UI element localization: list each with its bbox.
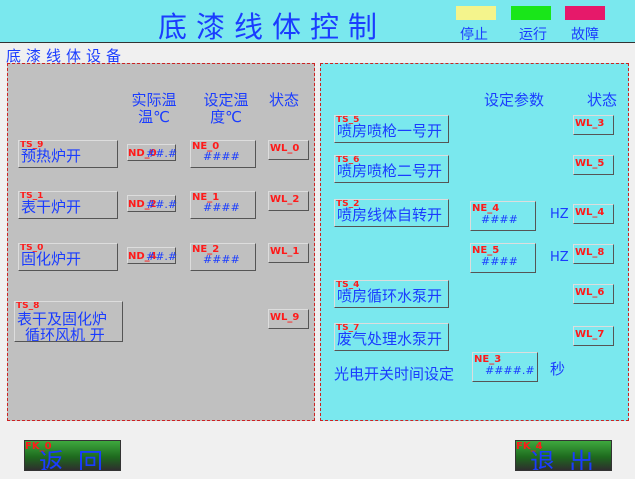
second-frequency-unit: HZ [550,250,569,265]
field-value: ##.# [146,198,178,211]
exit-label: 退出 [530,448,609,471]
spray-gun-2-status-lamp: WL_5 [573,155,614,175]
surface-dry-set-temp-input[interactable]: NE_1 #### [190,191,256,219]
surface-dry-actual-temp: ND_2 ##.# [127,195,178,212]
header-bar: 底漆线体控制 停止 运行 故障 [0,0,635,44]
field-value: ##.# [146,147,178,160]
second-frequency-status-lamp: WL_8 [573,244,614,264]
exit-button[interactable]: FK_4 退出 [515,440,612,471]
back-button[interactable]: FK_0 返回 [24,440,121,471]
preheat-status-lamp: WL_0 [268,140,309,160]
status-tag: WL_1 [270,246,300,257]
field-value: #### [481,213,518,226]
left-status-header: 状态 [268,91,299,109]
field-value: #### [203,150,240,163]
exhaust-pump-status-lamp: WL_7 [573,326,614,346]
status-tag: WL_7 [575,329,605,340]
line-rotation-button[interactable]: TS_2 喷房线体自转开 [334,199,449,227]
surface-dry-oven-button[interactable]: TS_1 表干炉开 [18,191,118,219]
set-param-header: 设定参数 [483,91,544,109]
rotation-frequency-input[interactable]: NE_4 #### [470,201,536,231]
status-tag: WL_0 [270,143,300,154]
curing-status-lamp: WL_1 [268,243,309,263]
spray-gun-2-button[interactable]: TS_6 喷房喷枪二号开 [334,155,449,183]
curing-actual-temp: ND_4 ##.# [127,247,178,264]
status-tag: WL_5 [575,158,605,169]
preheat-set-temp-input[interactable]: NE_0 #### [190,140,256,168]
status-tag: WL_2 [270,194,300,205]
btn-label-line2: 循环风机 开 [25,326,105,342]
btn-label: 表干炉开 [21,198,82,216]
circulation-fan-button[interactable]: TS_8 表干及固化炉 循环风机 开 [14,301,123,342]
back-label: 返回 [39,448,118,471]
fan-status-lamp: WL_9 [268,309,309,329]
btn-label: 喷房线体自转开 [337,206,443,224]
btn-label: 预热炉开 [21,147,82,165]
btn-label: 废气处理水泵开 [337,330,443,348]
btn-label: 喷房喷枪一号开 [337,122,443,140]
photo-switch-label: 光电开关时间设定 [334,365,455,383]
field-value: #### [481,255,518,268]
curing-set-temp-input[interactable]: NE_2 #### [190,243,256,271]
photo-switch-time-input[interactable]: NE_3 ####.# [472,352,538,382]
btn-label: 固化炉开 [21,250,82,268]
legend-stop-label: 停止 [460,27,488,43]
page-title: 底漆线体控制 [158,10,387,44]
preheat-actual-temp: ND_0 ##.# [127,144,178,161]
status-tag: WL_8 [575,247,605,258]
legend-fault-label: 故障 [571,27,599,43]
spray-gun-1-status-lamp: WL_3 [573,115,614,135]
legend-run-swatch [511,6,551,20]
circulation-pump-button[interactable]: TS_4 喷房循环水泵开 [334,280,449,308]
curing-oven-button[interactable]: TS_0 固化炉开 [18,243,118,271]
preheat-oven-button[interactable]: TS_9 预热炉开 [18,140,118,168]
status-tag: WL_3 [575,118,605,129]
legend-fault-swatch [565,6,605,20]
status-tag: WL_6 [575,287,605,298]
field-value: #### [203,253,240,266]
btn-label: 喷房喷枪二号开 [337,162,443,180]
second-frequency-input[interactable]: NE_5 #### [470,243,536,273]
field-value: ####.# [485,364,535,377]
surface-dry-status-lamp: WL_2 [268,191,309,211]
legend-run-label: 运行 [519,27,547,43]
circulation-pump-status-lamp: WL_6 [573,284,614,304]
photo-switch-unit: 秒 [550,360,566,378]
rotation-frequency-unit: HZ [550,207,569,222]
exhaust-pump-button[interactable]: TS_7 废气处理水泵开 [334,323,449,351]
status-tag: WL_4 [575,207,605,218]
set-temp-header: 设定温 度℃ [203,91,249,126]
field-value: #### [203,201,240,214]
btn-label: 喷房循环水泵开 [337,287,443,305]
right-status-header: 状态 [586,91,617,109]
actual-temp-header: 实际温 温℃ [131,91,177,126]
field-value: ##.# [146,250,178,263]
spray-gun-1-button[interactable]: TS_5 喷房喷枪一号开 [334,115,449,143]
status-tag: WL_9 [270,312,300,323]
legend-stop-swatch [456,6,496,20]
line-rotation-status-lamp: WL_4 [573,204,614,224]
